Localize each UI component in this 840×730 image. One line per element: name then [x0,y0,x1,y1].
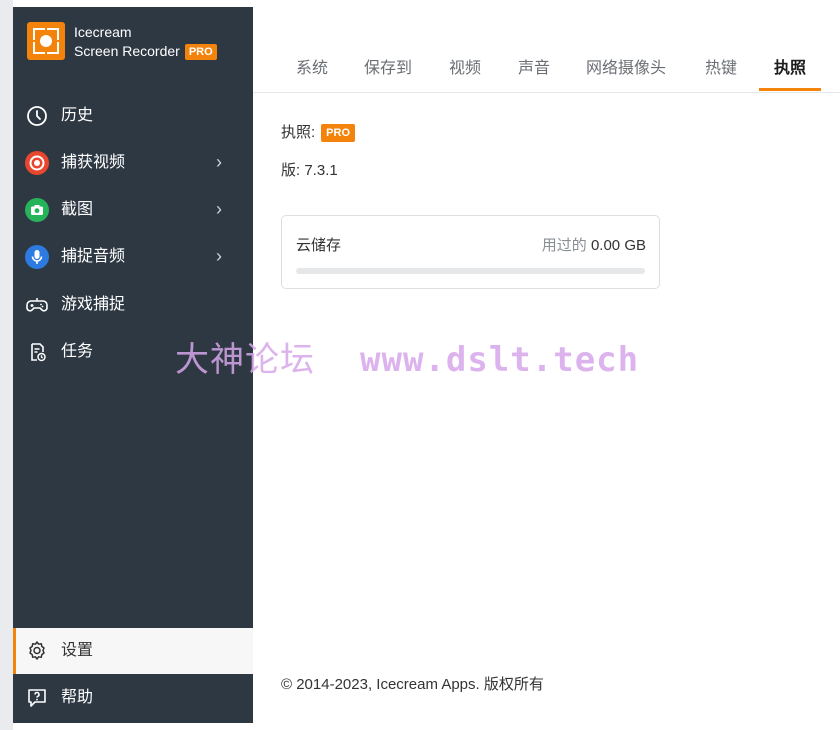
version-row: 版: 7.3.1 [281,161,338,181]
tab-audio[interactable]: 声音 [518,59,550,79]
chevron-right-icon: › [216,199,222,219]
sidebar-item-label: 历史 [61,107,94,124]
cloud-storage-progress [296,268,645,274]
sidebar-item-help[interactable]: 帮助 [13,675,253,721]
version-label: 版: [281,162,301,179]
cloud-storage-title: 云储存 [296,237,342,254]
gamepad-icon [25,293,49,317]
sidebar-item-capture-audio[interactable]: 捕捉音频 › [13,234,253,280]
tab-webcam[interactable]: 网络摄像头 [586,59,666,79]
cloud-storage-usage: 用过的 0.00 GB [542,234,646,255]
watermark-text: 大神论坛 [175,340,315,380]
sidebar-item-label: 设置 [61,642,94,659]
cloud-used-label: 用过的 [541,237,587,254]
task-icon [25,340,49,364]
app-logo-icon [27,22,65,60]
license-pro-badge: PRO [321,124,356,142]
settings-tabs: 系统 保存到 视频 声音 网络摄像头 热键 执照 [253,44,840,93]
active-tab-indicator [759,88,821,91]
watermark: 大神论坛 www.dslt.tech [175,332,639,381]
sidebar-item-label: 任务 [61,343,94,360]
background-window-edge [0,0,13,730]
pro-badge: PRO [184,44,217,60]
help-icon [25,686,49,710]
tab-system[interactable]: 系统 [296,59,328,79]
sidebar-item-screenshot[interactable]: 截图 › [13,187,253,233]
sidebar-item-label: 截图 [61,201,94,218]
sidebar-item-label: 游戏捕捉 [61,296,126,313]
tab-video[interactable]: 视频 [449,59,481,79]
tab-license[interactable]: 执照 [774,59,806,79]
chevron-right-icon: › [216,246,222,266]
sidebar-item-label: 捕捉音频 [61,248,126,265]
record-icon [25,151,49,175]
license-label: 执照: [281,124,316,141]
microphone-icon [25,245,49,269]
cloud-storage-panel: 云储存 用过的 0.00 GB [281,215,660,289]
copyright-footer: © 2014-2023, Icecream Apps. 版权所有 [281,676,544,693]
gear-icon [25,639,49,663]
app-name: Icecream Screen Recorder PRO [74,23,217,61]
version-value: 7.3.1 [304,162,338,179]
license-row: 执照: PRO [281,123,356,143]
sidebar-item-capture-video[interactable]: 捕获视频 › [13,140,253,186]
tab-hotkeys[interactable]: 热键 [705,59,737,79]
watermark-url: www.dslt.tech [360,340,640,380]
sidebar-item-history[interactable]: 历史 [13,93,253,139]
app-name-line2: Screen Recorder [74,43,180,59]
clock-icon [25,104,49,128]
chevron-right-icon: › [216,152,222,172]
tab-save-to[interactable]: 保存到 [364,59,412,79]
cloud-used-value: 0.00 GB [590,237,646,254]
sidebar-item-game-capture[interactable]: 游戏捕捉 [13,282,253,328]
sidebar-item-label: 帮助 [61,689,94,706]
app-name-line1: Icecream [74,24,132,40]
sidebar-item-settings[interactable]: 设置 [13,628,253,674]
camera-icon [25,198,49,222]
sidebar-item-label: 捕获视频 [61,154,126,171]
